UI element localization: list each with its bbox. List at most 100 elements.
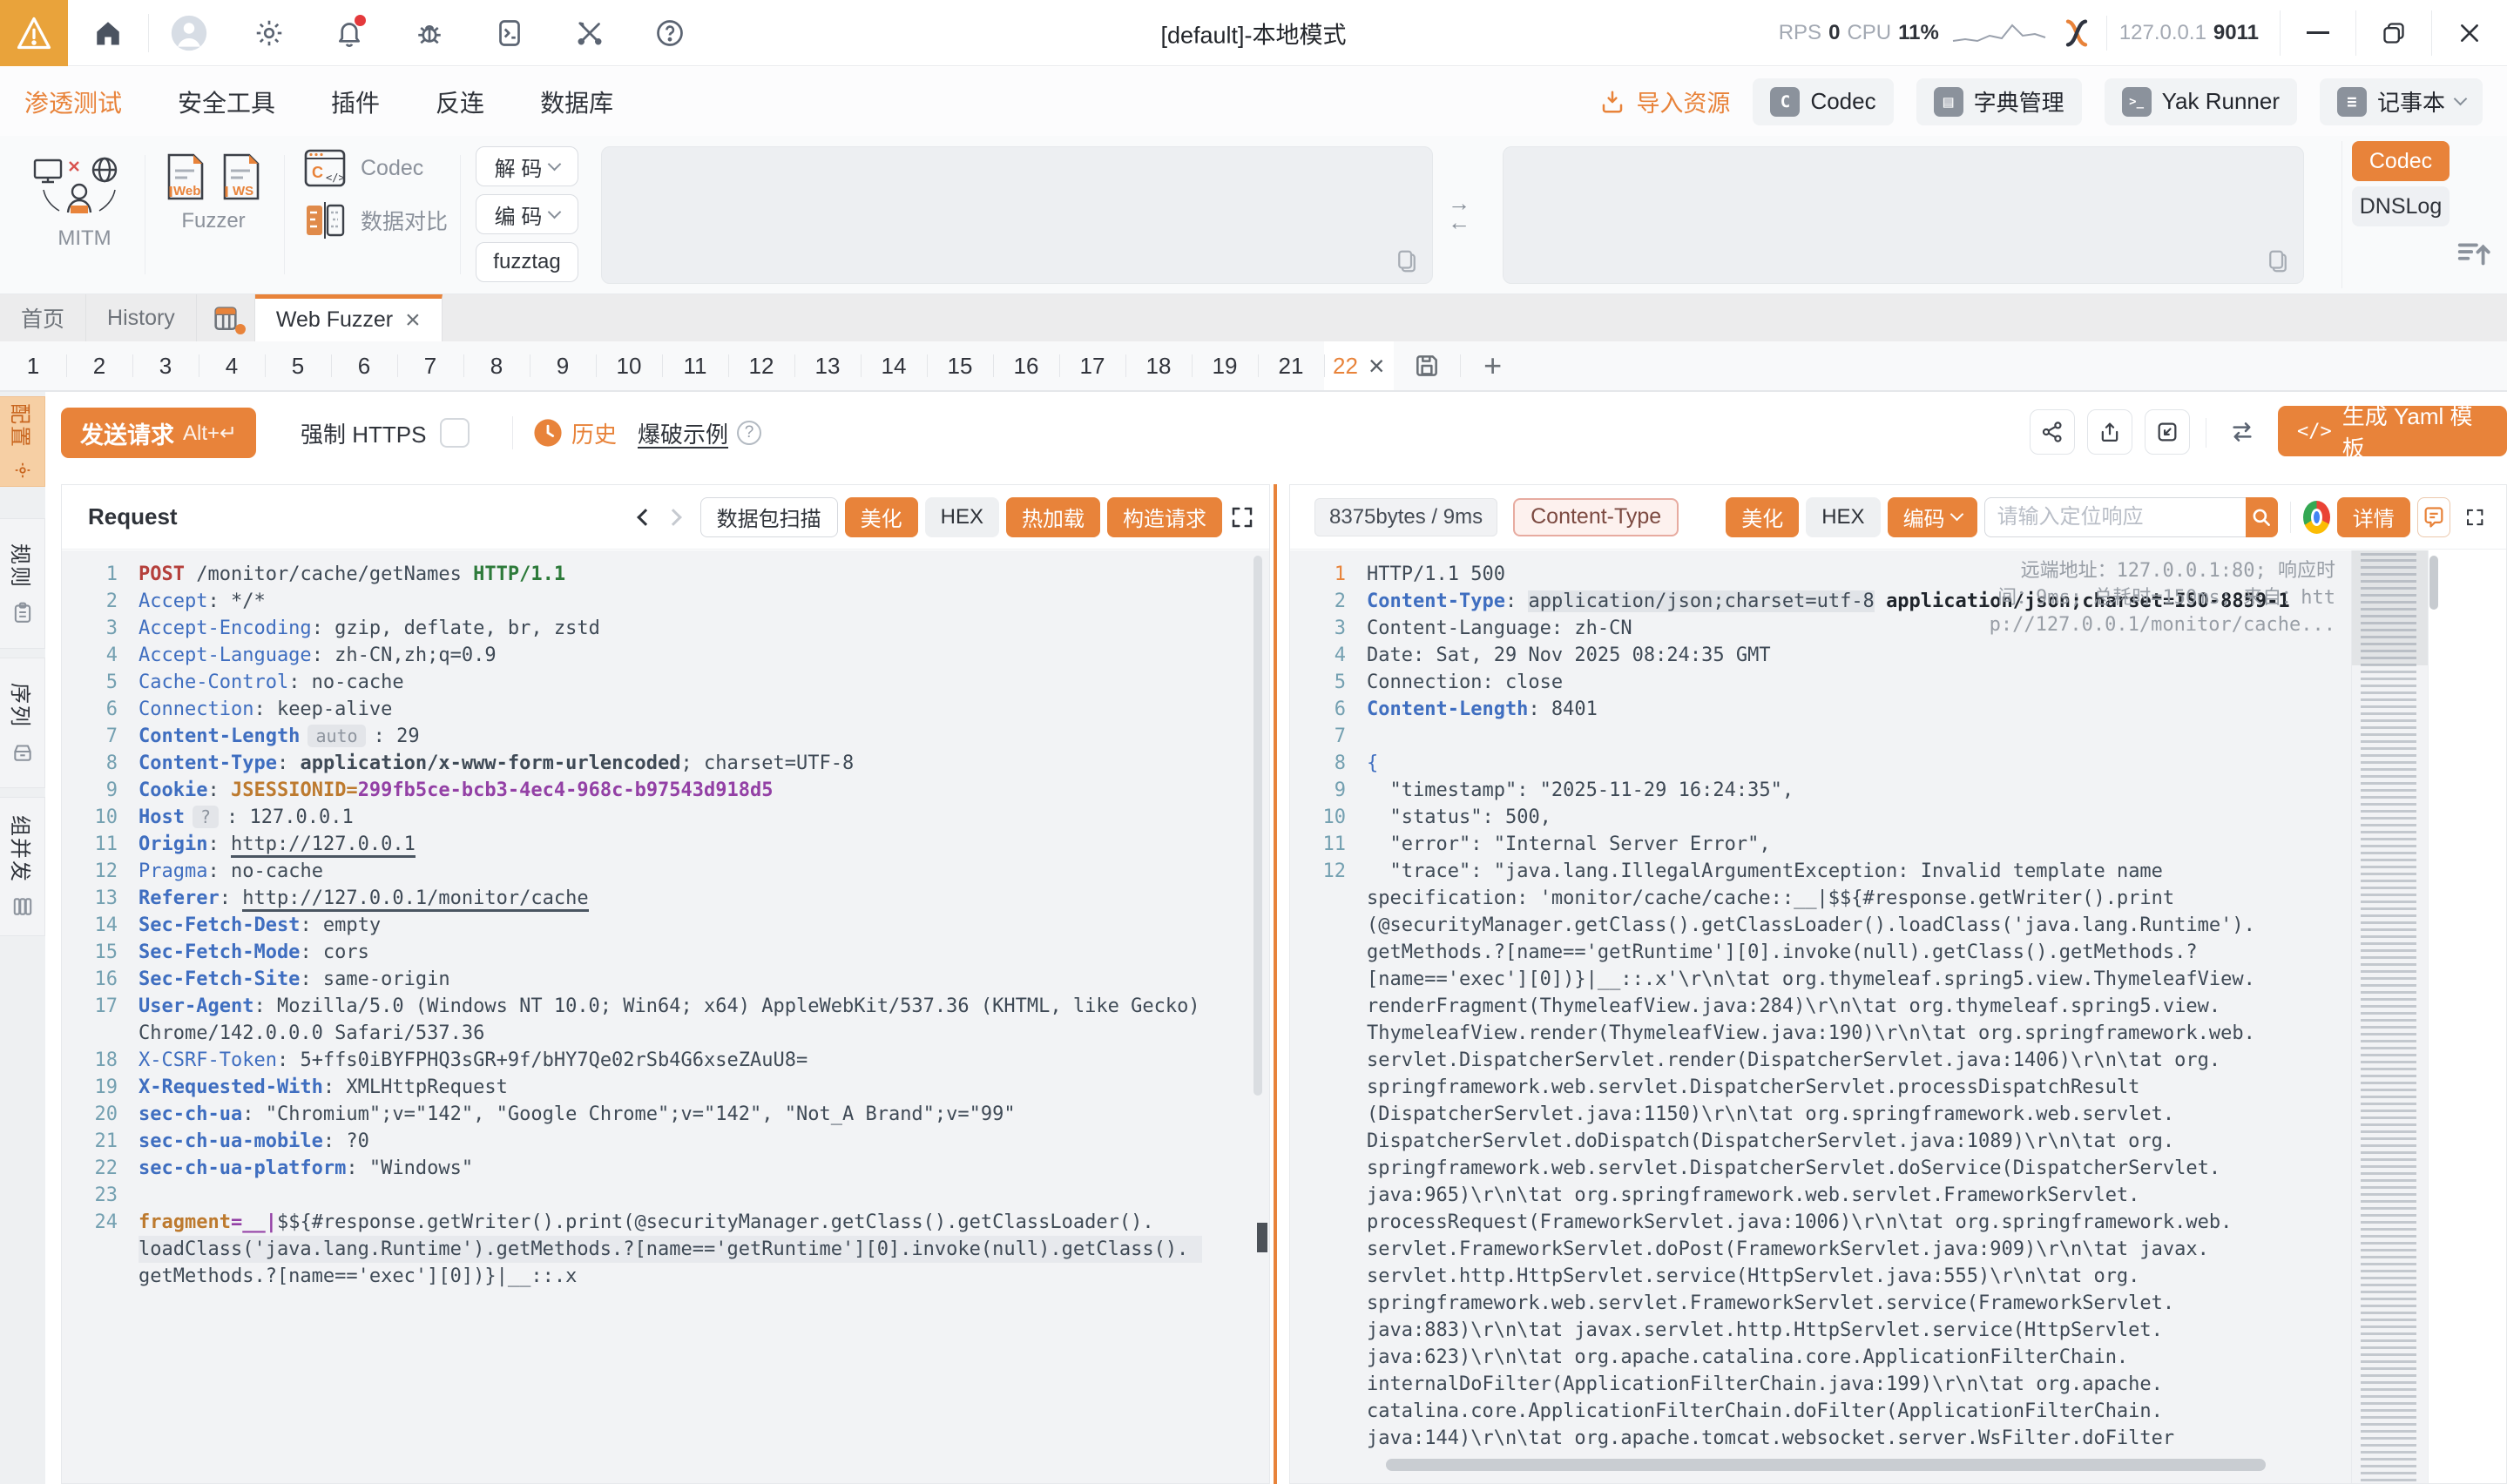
fuzzer-tab-4[interactable]: 4 — [199, 341, 265, 390]
save-fuzzer-tab-button[interactable] — [1394, 341, 1460, 390]
menu-item-反连[interactable]: 反连 — [436, 84, 484, 119]
fuzztag-button[interactable]: fuzztag — [476, 242, 578, 282]
decode-button[interactable]: 解 码 — [476, 146, 578, 186]
notepad-button[interactable]: ≡ 记事本 — [2320, 78, 2483, 125]
settings-gear-icon[interactable] — [247, 11, 291, 55]
dictionary-manage-button[interactable]: ▤ 字典管理 — [1916, 78, 2082, 125]
import-resource-button[interactable]: 导入资源 — [1599, 84, 1730, 118]
search-response-input[interactable] — [1984, 497, 2246, 537]
close-icon[interactable]: × — [1368, 352, 1385, 380]
open-in-chrome-icon[interactable] — [2303, 501, 2330, 534]
construct-request-button[interactable]: 构造请求 — [1107, 497, 1222, 537]
swap-request-response-icon[interactable] — [2220, 409, 2265, 455]
close-button[interactable] — [2432, 0, 2507, 66]
encode-button[interactable]: 编 码 — [476, 194, 578, 234]
fuzzer-tab-19[interactable]: 19 — [1192, 341, 1258, 390]
fullscreen-icon[interactable] — [1229, 504, 1255, 530]
share-button[interactable] — [2030, 409, 2075, 455]
bug-icon[interactable] — [408, 11, 451, 55]
menu-item-插件[interactable]: 插件 — [331, 84, 380, 119]
force-https-checkbox[interactable] — [440, 418, 470, 448]
tools-icon[interactable] — [568, 11, 612, 55]
terminal-icon[interactable] — [488, 11, 531, 55]
codec-output-area[interactable] — [1503, 146, 2304, 284]
tab-table-icon[interactable] — [197, 294, 255, 341]
fuzzer-tab-14[interactable]: 14 — [861, 341, 927, 390]
prev-page-icon[interactable] — [637, 509, 654, 526]
tab-web-fuzzer[interactable]: Web Fuzzer × — [255, 294, 443, 341]
fuzzer-tab-1[interactable]: 1 — [0, 341, 66, 390]
send-request-button[interactable]: 发送请求 Alt+↵ — [61, 408, 256, 458]
export-button[interactable] — [2087, 409, 2132, 455]
request-editor[interactable]: 1POST /monitor/cache/getNames HTTP/1.12A… — [62, 550, 1269, 1483]
dnslog-side-tab[interactable]: DNSLog — [2352, 186, 2450, 226]
fuzzer-tab-10[interactable]: 10 — [596, 341, 662, 390]
panel-resize-handle[interactable] — [1274, 484, 1277, 1484]
add-fuzzer-tab-button[interactable]: + — [1460, 341, 1526, 390]
hex-button[interactable]: HEX — [925, 497, 999, 537]
collapse-panel-icon[interactable] — [2455, 233, 2495, 273]
menu-item-渗透测试[interactable]: 渗透测试 — [24, 84, 122, 119]
fuzzer-tab-12[interactable]: 12 — [728, 341, 794, 390]
minimize-button[interactable] — [2281, 0, 2355, 66]
comment-button[interactable] — [2417, 497, 2450, 537]
mitm-tool[interactable]: MITM — [31, 155, 138, 251]
content-type-extract-tag[interactable]: Content-Type — [1513, 498, 1679, 536]
left-tab-config[interactable]: 配置 — [0, 396, 45, 487]
fuzzer-tab-2[interactable]: 2 — [66, 341, 132, 390]
beautify-button[interactable]: 美化 — [1726, 497, 1799, 537]
close-icon[interactable]: × — [405, 307, 421, 334]
restore-button[interactable] — [2356, 0, 2431, 66]
hex-button[interactable]: HEX — [1806, 497, 1880, 537]
codec-button[interactable]: C Codec — [1753, 78, 1893, 125]
fuzzer-tab-6[interactable]: 6 — [331, 341, 397, 390]
fuzzer-tab-21[interactable]: 21 — [1258, 341, 1324, 390]
hot-reload-button[interactable]: 热加载 — [1006, 497, 1100, 537]
fuzzer-tab-7[interactable]: 7 — [397, 341, 463, 390]
avatar[interactable] — [167, 11, 211, 55]
fuzzer-tab-17[interactable]: 17 — [1059, 341, 1125, 390]
fuzzer-tab-9[interactable]: 9 — [530, 341, 596, 390]
fuzzer-tab-22[interactable]: 22× — [1324, 341, 1394, 390]
response-h-scrollbar[interactable] — [1386, 1459, 2266, 1471]
copy-icon[interactable] — [1394, 248, 1420, 274]
encode-dropdown-button[interactable]: 编码 — [1888, 497, 1977, 537]
fuzzer-tab-16[interactable]: 16 — [993, 341, 1059, 390]
menu-item-安全工具[interactable]: 安全工具 — [178, 84, 275, 119]
generate-yaml-button[interactable]: </> 生成 Yaml 模板 — [2278, 406, 2507, 456]
fuzzer-tab-8[interactable]: 8 — [463, 341, 530, 390]
data-compare-tool[interactable]: 数据对比 — [303, 200, 448, 240]
tab-home[interactable]: 首页 — [0, 294, 86, 341]
detail-button[interactable]: 详情 — [2337, 497, 2410, 537]
fullscreen-icon[interactable] — [2464, 504, 2485, 530]
left-tab-rule[interactable]: 规则 — [0, 518, 45, 649]
codec-input-area[interactable] — [601, 146, 1433, 284]
yak-runner-button[interactable]: >_ Yak Runner — [2105, 78, 2297, 125]
menu-item-数据库[interactable]: 数据库 — [540, 84, 613, 119]
swap-io-icon[interactable]: →← — [1448, 193, 1470, 232]
codec-tool[interactable]: C</> Codec 数据对比 — [303, 148, 448, 240]
packet-scan-button[interactable]: 数据包扫描 — [700, 497, 838, 537]
beautify-button[interactable]: 美化 — [845, 497, 918, 537]
fuzzer-tab-11[interactable]: 11 — [662, 341, 728, 390]
next-page-icon[interactable] — [665, 509, 682, 526]
copy-icon[interactable] — [2265, 248, 2291, 274]
home-icon[interactable] — [86, 11, 130, 55]
force-https-toggle[interactable]: 强制 HTTPS — [301, 408, 470, 458]
history-button[interactable]: 历史 — [533, 408, 617, 458]
codec-side-tab[interactable]: Codec — [2352, 141, 2450, 181]
search-button[interactable] — [2246, 497, 2278, 537]
fuzzer-tab-13[interactable]: 13 — [794, 341, 861, 390]
import-packet-button[interactable] — [2145, 409, 2190, 455]
fuzzer-tab-3[interactable]: 3 — [132, 341, 199, 390]
response-scrollbar[interactable] — [2429, 556, 2438, 610]
response-editor[interactable]: 远端地址：127.0.0.1:80; 响应时间：9ms; 总耗时=150ms; … — [1290, 550, 2506, 1483]
blast-example-link[interactable]: 爆破示例 ? — [638, 408, 761, 458]
fuzzer-tool[interactable]: Web WS Fuzzer — [157, 152, 270, 233]
notifications-bell-icon[interactable] — [328, 11, 371, 55]
fuzzer-tab-18[interactable]: 18 — [1125, 341, 1192, 390]
left-tab-sequence[interactable]: 序列 — [0, 658, 45, 788]
left-tab-concurrent-group[interactable]: 组并发 — [0, 797, 45, 936]
fuzzer-tab-15[interactable]: 15 — [927, 341, 993, 390]
tab-history[interactable]: History — [86, 294, 197, 341]
